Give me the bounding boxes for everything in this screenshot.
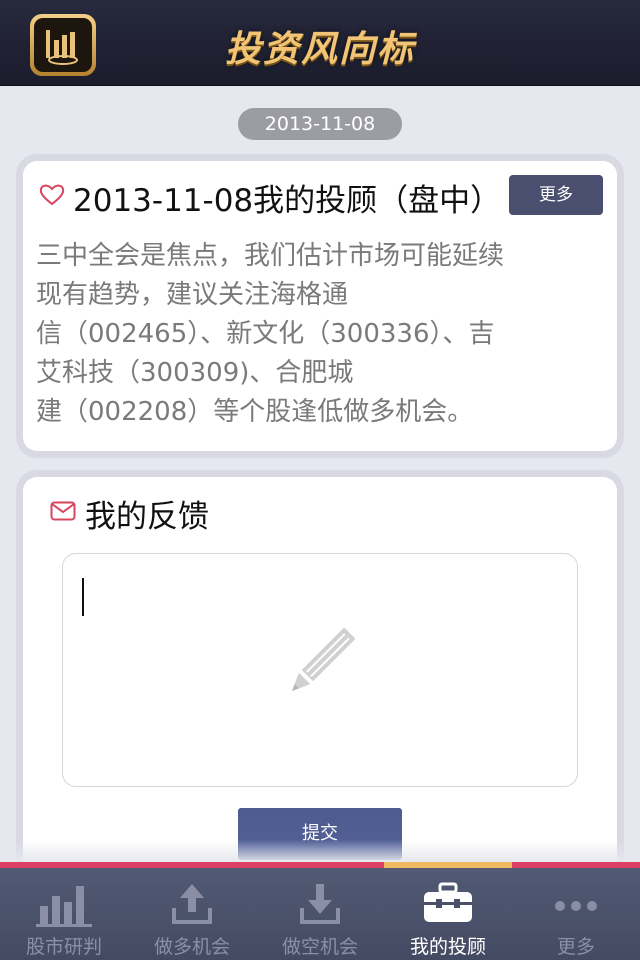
app-title: 投资风向标: [224, 29, 415, 70]
feedback-textarea[interactable]: [62, 553, 578, 787]
tab-long-opportunities[interactable]: 做多机会: [128, 868, 256, 960]
tab-label: 股市研判: [25, 936, 102, 958]
bottom-tab-bar: 股市研判 做多机会 做空机会 我的投顾 更多: [0, 862, 640, 960]
download-icon: [300, 884, 340, 924]
date-pill: 2013-11-08: [238, 108, 402, 140]
tab-label: 做多机会: [153, 936, 230, 958]
briefcase-icon: [424, 882, 472, 922]
tab-market-analysis[interactable]: 股市研判: [0, 868, 128, 960]
feedback-card: 我的反馈 提交: [23, 477, 617, 877]
tab-label: 更多: [556, 936, 595, 958]
bar-chart-icon: [36, 886, 92, 927]
pencil-icon: [291, 627, 356, 692]
advice-line: 建（002208）等个股逢低做多机会。: [36, 397, 474, 427]
tab-label: 我的投顾: [409, 936, 486, 958]
content-fade: [0, 840, 640, 862]
advice-line: 信（002465）、新文化（300336）、吉: [36, 319, 495, 349]
mail-icon: [50, 501, 76, 521]
advice-body: 三中全会是焦点，我们估计市场可能延续 现有趋势，建议关注海格通 信（002465…: [36, 237, 608, 432]
more-button[interactable]: 更多: [509, 175, 603, 215]
advice-line: 现有趋势，建议关注海格通: [36, 280, 349, 310]
upload-icon: [172, 884, 212, 924]
text-caret: [82, 578, 84, 616]
feedback-title: 我的反馈: [85, 499, 209, 535]
tab-short-opportunities[interactable]: 做空机会: [256, 868, 384, 960]
tab-label: 做空机会: [281, 936, 358, 958]
advice-line: 三中全会是焦点，我们估计市场可能延续: [36, 241, 505, 271]
tab-my-advisor[interactable]: 我的投顾: [384, 868, 512, 960]
tab-more[interactable]: 更多: [512, 868, 640, 960]
advice-card: 2013-11-08我的投顾（盘中） 更多 三中全会是焦点，我们估计市场可能延续…: [23, 161, 617, 451]
advice-line: 艾科技（300309)、合肥城: [36, 358, 354, 388]
heart-icon: [39, 184, 65, 206]
advice-title[interactable]: 2013-11-08我的投顾（盘中）: [73, 175, 503, 220]
app-header: 投资风向标: [0, 0, 640, 86]
more-dots-icon: [555, 901, 597, 911]
